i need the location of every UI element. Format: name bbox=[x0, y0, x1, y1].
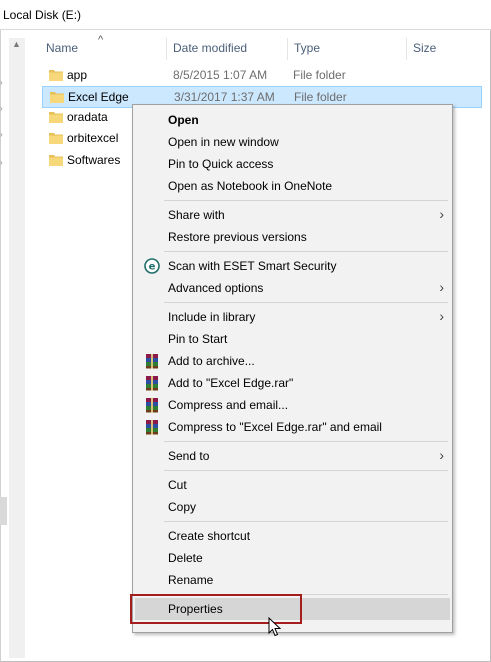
menu-item-eset-scan[interactable]: e Scan with ESET Smart Security bbox=[135, 255, 450, 277]
menu-item-delete[interactable]: Delete bbox=[135, 547, 450, 569]
menu-item-label: Open as Notebook in OneNote bbox=[168, 179, 333, 193]
menu-item-rename[interactable]: Rename bbox=[135, 569, 450, 591]
nav-expand-icon[interactable]: › bbox=[0, 130, 3, 139]
folder-icon bbox=[49, 70, 63, 81]
menu-item-label: Create shortcut bbox=[168, 529, 251, 543]
menu-separator bbox=[164, 470, 448, 471]
winrar-icon bbox=[146, 420, 158, 435]
column-type[interactable]: Type bbox=[288, 36, 406, 62]
mouse-cursor-icon bbox=[268, 617, 282, 637]
menu-item-add-archive[interactable]: Add to archive... bbox=[135, 350, 450, 372]
file-type: File folder bbox=[293, 68, 346, 82]
submenu-arrow-icon: › bbox=[439, 279, 444, 295]
file-date: 8/5/2015 1:07 AM bbox=[173, 68, 268, 82]
column-date-modified[interactable]: Date modified bbox=[167, 36, 287, 62]
folder-icon bbox=[49, 133, 63, 144]
address-path: Local Disk (E:) bbox=[3, 8, 82, 22]
menu-item-label: Pin to Start bbox=[168, 332, 228, 346]
menu-separator bbox=[164, 521, 448, 522]
sort-ascending-icon: ^ bbox=[98, 34, 104, 46]
column-name[interactable]: Name ^ bbox=[40, 34, 166, 62]
menu-item-label: Compress and email... bbox=[168, 398, 289, 412]
menu-item-compress-to-rar-email[interactable]: Compress to "Excel Edge.rar" and email bbox=[135, 416, 450, 438]
address-bar[interactable]: Local Disk (E:) bbox=[0, 0, 491, 30]
menu-separator bbox=[164, 302, 448, 303]
file-name: orbitexcel bbox=[67, 131, 119, 145]
menu-item-label: Copy bbox=[168, 500, 197, 514]
menu-item-open-new-window[interactable]: Open in new window bbox=[135, 131, 450, 153]
file-row[interactable]: app 8/5/2015 1:07 AM File folder bbox=[42, 65, 482, 87]
file-name: Excel Edge bbox=[68, 90, 129, 104]
scroll-up-icon[interactable]: ▲ bbox=[12, 39, 21, 49]
file-name: app bbox=[67, 68, 88, 82]
menu-item-label: Advanced options bbox=[168, 281, 264, 295]
winrar-icon bbox=[146, 376, 158, 391]
nav-expand-icon[interactable]: › bbox=[0, 78, 3, 87]
eset-icon: e bbox=[144, 258, 160, 274]
column-type-label: Type bbox=[294, 41, 321, 55]
file-date: 3/31/2017 1:37 AM bbox=[174, 90, 275, 104]
navigation-scrollbar[interactable] bbox=[9, 38, 25, 658]
menu-item-label: Include in library bbox=[168, 310, 256, 324]
file-name: Softwares bbox=[67, 153, 121, 167]
menu-item-restore-versions[interactable]: Restore previous versions bbox=[135, 226, 450, 248]
nav-pane-edge bbox=[0, 497, 7, 525]
menu-item-include-library[interactable]: Include in library › bbox=[135, 306, 450, 328]
winrar-icon bbox=[146, 354, 158, 369]
column-name-label: Name bbox=[46, 41, 79, 55]
menu-item-label: Share with bbox=[168, 208, 225, 222]
column-date-label: Date modified bbox=[173, 41, 248, 55]
menu-item-send-to[interactable]: Send to › bbox=[135, 445, 450, 467]
folder-icon bbox=[50, 92, 64, 103]
column-size-label: Size bbox=[413, 41, 437, 55]
file-name: oradata bbox=[67, 110, 108, 124]
menu-item-label: Restore previous versions bbox=[168, 230, 307, 244]
menu-item-copy[interactable]: Copy bbox=[135, 496, 450, 518]
winrar-icon bbox=[146, 398, 158, 413]
nav-expand-icon[interactable]: › bbox=[0, 158, 3, 167]
menu-item-label: Scan with ESET Smart Security bbox=[168, 259, 337, 273]
menu-item-label: Add to archive... bbox=[168, 354, 255, 368]
menu-item-pin-start[interactable]: Pin to Start bbox=[135, 328, 450, 350]
column-size[interactable]: Size bbox=[407, 36, 485, 62]
menu-item-label: Open bbox=[168, 113, 199, 127]
menu-item-open[interactable]: Open bbox=[135, 109, 450, 131]
submenu-arrow-icon: › bbox=[439, 447, 444, 463]
menu-item-cut[interactable]: Cut bbox=[135, 474, 450, 496]
menu-item-open-onenote[interactable]: Open as Notebook in OneNote bbox=[135, 175, 450, 197]
menu-item-pin-quick-access[interactable]: Pin to Quick access bbox=[135, 153, 450, 175]
menu-item-add-to-rar[interactable]: Add to "Excel Edge.rar" bbox=[135, 372, 450, 394]
svg-text:e: e bbox=[149, 262, 156, 273]
menu-separator bbox=[164, 200, 448, 201]
menu-item-label: Send to bbox=[168, 449, 210, 463]
column-headers: Name ^ Date modified Type Size bbox=[40, 34, 485, 62]
menu-item-share-with[interactable]: Share with › bbox=[135, 204, 450, 226]
submenu-arrow-icon: › bbox=[439, 206, 444, 222]
submenu-arrow-icon: › bbox=[439, 308, 444, 324]
menu-item-label: Compress to "Excel Edge.rar" and email bbox=[168, 420, 382, 434]
menu-item-label: Rename bbox=[168, 573, 214, 587]
menu-item-label: Cut bbox=[168, 478, 187, 492]
menu-item-label: Pin to Quick access bbox=[168, 157, 274, 171]
menu-item-label: Delete bbox=[168, 551, 203, 565]
nav-expand-icon[interactable]: › bbox=[0, 104, 3, 113]
context-menu: Open Open in new window Pin to Quick acc… bbox=[132, 104, 453, 633]
folder-icon bbox=[49, 112, 63, 123]
folder-icon bbox=[49, 155, 63, 166]
menu-item-create-shortcut[interactable]: Create shortcut bbox=[135, 525, 450, 547]
menu-item-label: Add to "Excel Edge.rar" bbox=[168, 376, 294, 390]
menu-separator bbox=[164, 441, 448, 442]
menu-item-label: Open in new window bbox=[168, 135, 279, 149]
menu-item-advanced-options[interactable]: Advanced options › bbox=[135, 277, 450, 299]
menu-item-compress-email[interactable]: Compress and email... bbox=[135, 394, 450, 416]
menu-separator bbox=[164, 251, 448, 252]
file-type: File folder bbox=[294, 90, 347, 104]
